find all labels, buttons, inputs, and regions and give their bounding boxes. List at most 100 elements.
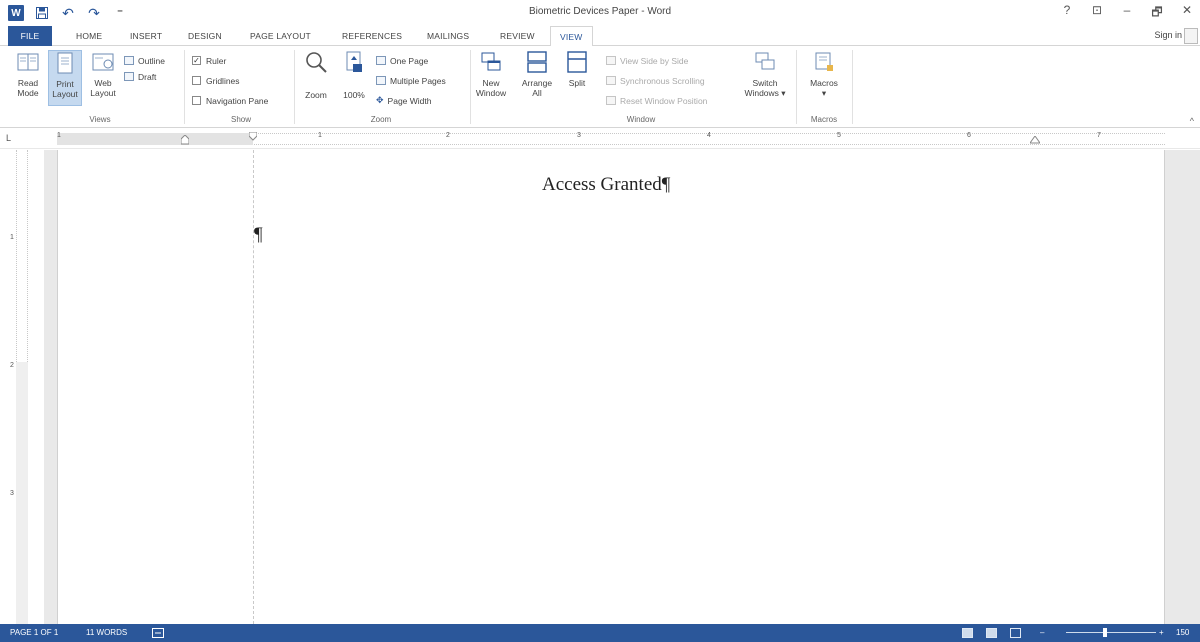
tab-selector-icon[interactable]: L <box>6 133 11 143</box>
reset-position-icon <box>606 96 616 105</box>
zoom-out-button[interactable]: – <box>1040 628 1044 637</box>
avatar[interactable] <box>1184 28 1198 44</box>
group-separator <box>294 50 295 124</box>
web-layout-label: Web <box>94 78 112 88</box>
ruler-number: 3 <box>577 132 581 139</box>
macros-label: Macros <box>810 78 838 88</box>
right-indent-marker-icon[interactable] <box>1030 136 1040 144</box>
zoom-slider[interactable] <box>1066 632 1156 633</box>
document-heading[interactable]: Access Granted¶ <box>542 174 670 196</box>
view-side-by-side-button[interactable]: View Side by Side <box>606 54 688 67</box>
draft-button[interactable]: Draft <box>124 70 156 83</box>
one-page-icon <box>376 56 386 65</box>
tab-insert[interactable]: INSERT <box>130 26 162 46</box>
reset-window-position-label: Reset Window Position <box>620 95 708 106</box>
proofing-icon[interactable] <box>152 628 164 638</box>
arrange-all-label-2: All <box>532 88 542 98</box>
tab-review[interactable]: REVIEW <box>500 26 535 46</box>
page-width-button[interactable]: ✥ Page Width <box>376 94 432 107</box>
tab-view[interactable]: VIEW <box>550 26 593 47</box>
read-mode-view-icon[interactable] <box>962 628 973 638</box>
split-button[interactable]: Split <box>562 50 592 88</box>
arrange-all-button[interactable]: Arrange All <box>516 50 558 98</box>
new-window-label-2: Window <box>475 88 507 98</box>
document-page[interactable]: Access Granted¶ ¶ <box>57 150 1165 624</box>
paragraph-mark[interactable]: ¶ <box>254 224 263 246</box>
gridlines-label: Gridlines <box>206 75 240 86</box>
one-page-label: One Page <box>390 55 429 66</box>
hanging-indent-marker-icon[interactable] <box>181 135 189 145</box>
tab-references[interactable]: REFERENCES <box>342 26 402 46</box>
switch-windows-button[interactable]: Switch Windows ▾ <box>744 50 786 98</box>
group-separator <box>184 50 185 124</box>
vruler-number: 3 <box>10 490 14 497</box>
read-mode-icon <box>17 53 39 71</box>
collapse-ribbon-icon[interactable]: ^ <box>1190 116 1194 126</box>
synchronous-scrolling-button[interactable]: Synchronous Scrolling <box>606 74 705 87</box>
close-icon[interactable]: ✕ <box>1180 3 1194 24</box>
new-window-icon <box>481 52 501 71</box>
macros-button[interactable]: Macros ▾ <box>804 50 844 98</box>
sign-in-link[interactable]: Sign in <box>1154 30 1182 40</box>
view-side-by-side-label: View Side by Side <box>620 55 689 66</box>
tab-design[interactable]: DESIGN <box>188 26 222 46</box>
gridlines-checkbox[interactable]: Gridlines <box>192 74 240 87</box>
side-by-side-icon <box>606 56 616 65</box>
magnifier-icon <box>306 52 327 73</box>
zoom-100-button[interactable]: 100% <box>338 50 370 100</box>
web-layout-button[interactable]: Web Layout <box>86 50 120 98</box>
reset-window-position-button[interactable]: Reset Window Position <box>606 94 707 107</box>
navigation-pane-checkbox[interactable]: Navigation Pane <box>192 94 268 107</box>
zoom-slider-thumb[interactable] <box>1103 628 1107 637</box>
tab-file[interactable]: FILE <box>8 26 52 46</box>
zoom-button[interactable]: Zoom <box>300 50 332 100</box>
print-layout-view-icon[interactable] <box>986 628 997 638</box>
synchronous-scrolling-label: Synchronous Scrolling <box>620 75 705 86</box>
arrange-all-label: Arrange <box>521 78 553 88</box>
arrange-all-icon <box>527 51 547 73</box>
page-width-label: Page Width <box>387 95 432 106</box>
minimize-icon[interactable]: – <box>1120 3 1134 24</box>
vruler-number: 1 <box>10 234 14 241</box>
first-line-indent-marker-icon[interactable] <box>249 132 257 142</box>
zoom-label: Zoom <box>305 90 327 100</box>
read-mode-button[interactable]: Read Mode <box>12 50 44 98</box>
horizontal-ruler[interactable]: L 1 1 2 3 4 5 6 7 <box>0 129 1200 149</box>
group-label-zoom: Zoom <box>370 115 392 124</box>
zoom-level[interactable]: 150 <box>1176 628 1189 637</box>
tab-home[interactable]: HOME <box>76 26 102 46</box>
ruler-left-margin <box>57 133 253 145</box>
group-label-window: Window <box>626 115 656 124</box>
text-boundary <box>253 150 254 624</box>
vertical-ruler[interactable]: 1 2 3 <box>0 150 44 624</box>
ruler-checkbox[interactable]: ✓ Ruler <box>192 54 226 67</box>
print-layout-button[interactable]: Print Layout <box>48 50 82 106</box>
tab-mailings[interactable]: MAILINGS <box>427 26 469 46</box>
window-controls: ? ⊡ – 🗗 ✕ <box>1060 3 1194 24</box>
ribbon-view: Read Mode Print Layout Web Layout Outlin… <box>0 46 1200 128</box>
outline-label: Outline <box>138 55 165 66</box>
checkbox-icon <box>192 76 201 85</box>
zoom-in-button[interactable]: + <box>1159 628 1164 637</box>
group-label-show: Show <box>230 115 251 124</box>
print-layout-label: Print <box>56 79 74 89</box>
word-count[interactable]: 11 WORDS <box>86 628 127 637</box>
multiple-pages-button[interactable]: Multiple Pages <box>376 74 446 87</box>
page-width-icon: ✥ <box>376 95 384 105</box>
group-separator <box>470 50 471 124</box>
restore-icon[interactable]: 🗗 <box>1150 3 1164 24</box>
web-layout-view-icon[interactable] <box>1010 628 1021 638</box>
checkbox-icon <box>192 96 201 105</box>
tab-page-layout[interactable]: PAGE LAYOUT <box>250 26 311 46</box>
outline-button[interactable]: Outline <box>124 54 165 67</box>
one-page-button[interactable]: One Page <box>376 54 428 67</box>
switch-windows-icon <box>755 52 775 70</box>
read-mode-label: Read <box>17 78 39 88</box>
outline-icon <box>124 56 134 65</box>
chevron-down-icon: ▾ <box>821 88 827 98</box>
group-label-views: Views <box>89 115 111 124</box>
help-icon[interactable]: ? <box>1060 3 1074 24</box>
new-window-button[interactable]: New Window <box>474 50 508 98</box>
ribbon-display-options-icon[interactable]: ⊡ <box>1090 3 1104 24</box>
page-count[interactable]: PAGE 1 OF 1 <box>10 628 58 637</box>
